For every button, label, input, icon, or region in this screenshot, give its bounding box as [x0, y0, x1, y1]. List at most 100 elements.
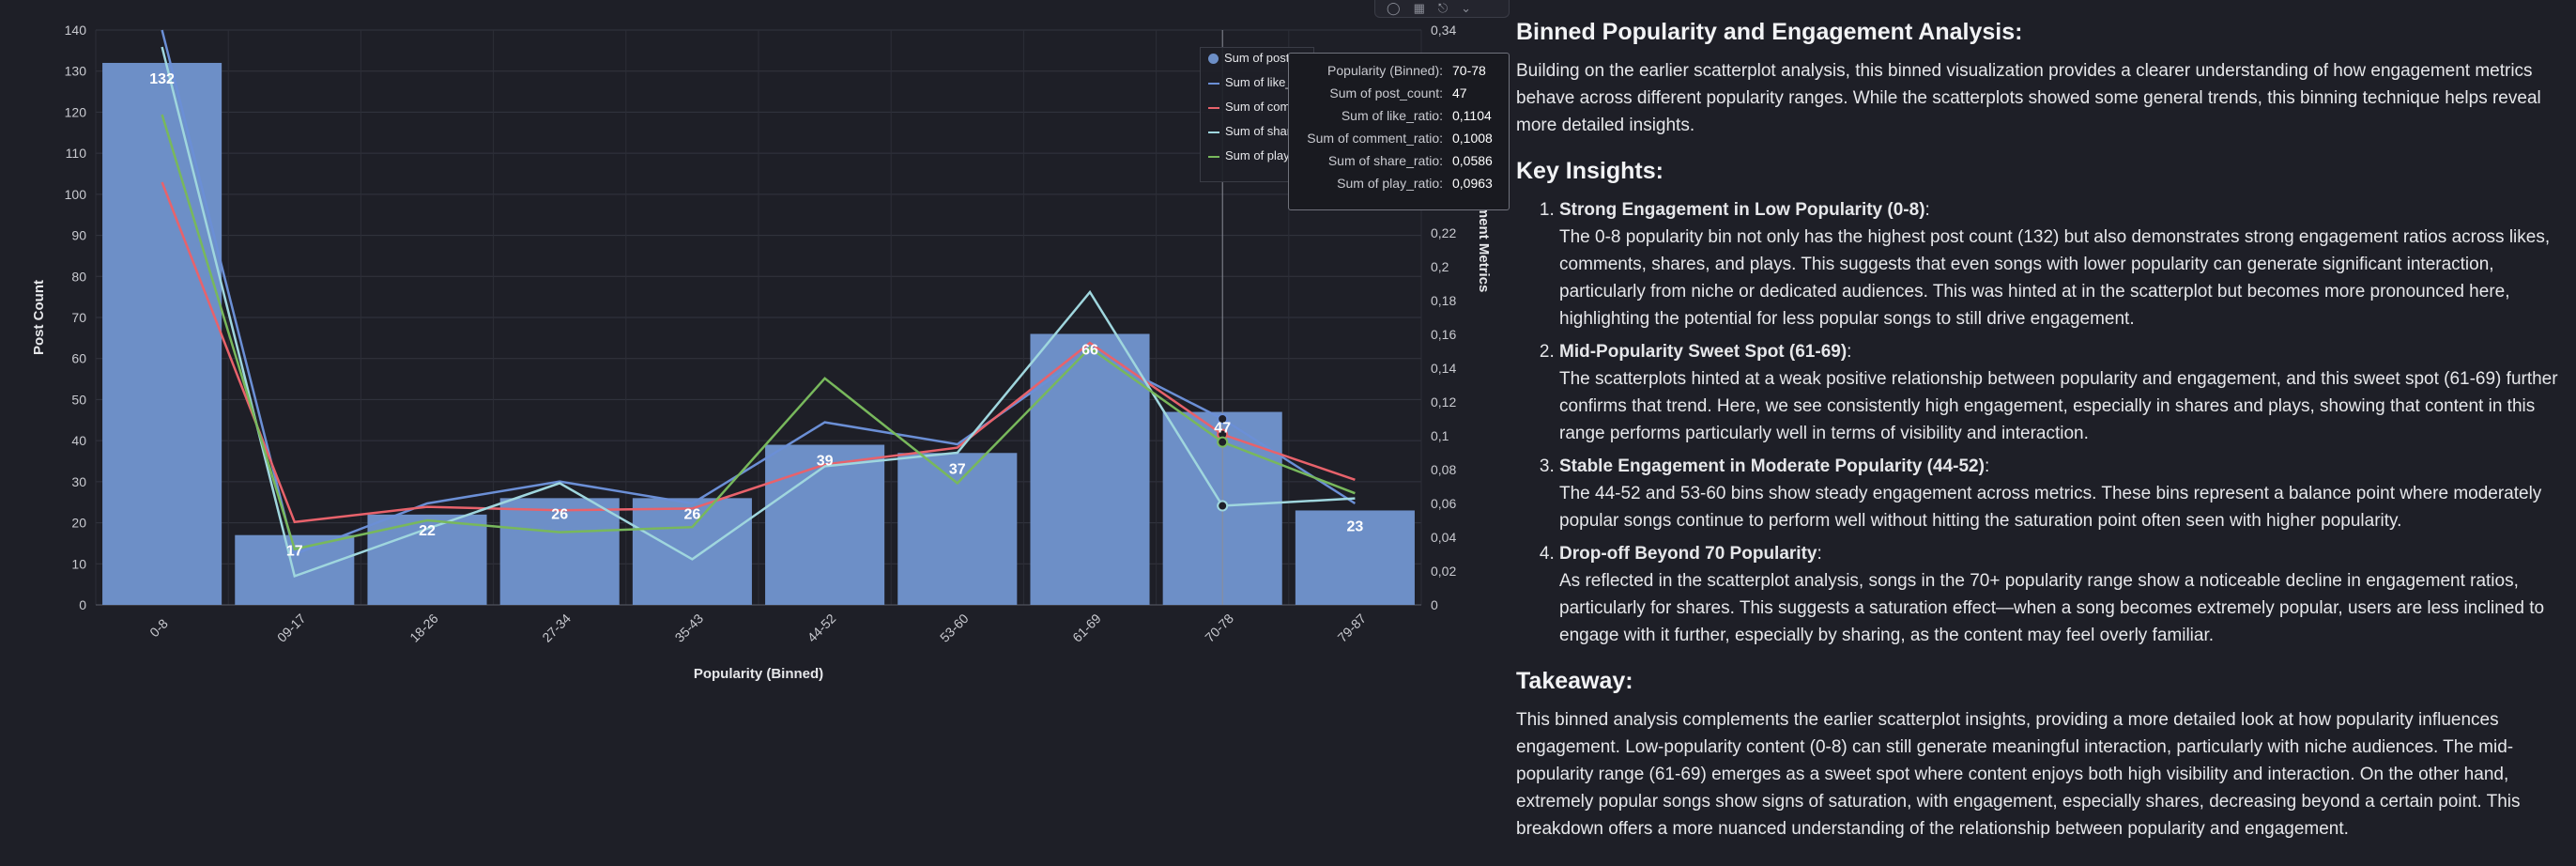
insights-list: Strong Engagement in Low Popularity (0-8… [1516, 196, 2558, 649]
y2-tick-label: 0,18 [1431, 293, 1456, 308]
x-tick-label: 44-52 [805, 611, 839, 645]
zoom-icon[interactable]: ◯ [1387, 1, 1401, 16]
y2-tick-label: 0,02 [1431, 564, 1456, 579]
analysis-text-panel: Binned Popularity and Engagement Analysi… [1516, 13, 2558, 861]
list-item: Mid-Popularity Sweet Spot (61-69):The sc… [1559, 338, 2558, 447]
chart-panel: 0 10 20 30 40 50 60 70 80 90 100 110 120 130 140 0 0,02 0… [0, 0, 1510, 866]
list-item: Stable Engagement in Moderate Popularity… [1559, 453, 2558, 534]
x-tick-label: 09-17 [274, 611, 309, 645]
y2-tick-label: 0,22 [1431, 225, 1456, 240]
chart-toolbar: ◯ ▦ ⎋ ⌄ [1374, 0, 1510, 18]
y2-tick-label: 0 [1431, 597, 1438, 612]
x-tick-label: 79-87 [1335, 611, 1370, 645]
y-tick-label: 80 [71, 269, 86, 284]
y-tick-label: 60 [71, 351, 86, 366]
insight-title: Stable Engagement in Moderate Popularity… [1559, 456, 1985, 476]
list-item: Strong Engagement in Low Popularity (0-8… [1559, 196, 2558, 332]
tooltip-label: Sum of play_ratio: [1337, 176, 1443, 191]
y2-tick-label: 0,1 [1431, 428, 1449, 443]
x-tick-label: 53-60 [937, 611, 972, 645]
y2-tick-label: 0,06 [1431, 496, 1456, 511]
bar-data-label: 39 [817, 454, 834, 470]
tooltip-row: Sum of play_ratio: 0,0963 [1289, 176, 1509, 198]
bar-data-label: 26 [551, 506, 568, 522]
chart-tooltip: Popularity (Binned): 70-78 Sum of post_co… [1288, 53, 1510, 210]
tooltip-value: 0,0963 [1452, 176, 1493, 191]
bar-data-label: 47 [1214, 421, 1231, 437]
tooltip-label: Sum of post_count: [1329, 85, 1443, 101]
tooltip-row: Popularity (Binned): 70-78 [1289, 63, 1509, 85]
y-tick-label: 130 [65, 64, 87, 79]
tooltip-label: Sum of share_ratio: [1327, 153, 1443, 168]
bar-data-label: 132 [149, 71, 175, 87]
bar-data-label: 26 [684, 506, 701, 522]
line-marker-icon [1208, 106, 1219, 109]
insight-body: The scatterplots hinted at a weak positi… [1559, 369, 2558, 443]
insight-title: Mid-Popularity Sweet Spot (61-69) [1559, 342, 1848, 362]
insights-heading: Key Insights: [1516, 158, 1664, 184]
y2-tick-label: 0,34 [1431, 23, 1456, 38]
y-tick-label: 70 [71, 310, 86, 325]
line-marker-icon [1208, 131, 1219, 133]
bar [102, 62, 222, 605]
y-tick-label: 50 [71, 392, 86, 407]
tooltip-row: Sum of share_ratio: 0,0586 [1289, 153, 1509, 176]
hover-point [1217, 500, 1229, 512]
y-tick-label: 90 [71, 228, 86, 243]
circle-marker-icon [1208, 54, 1219, 65]
x-tick-label: 70-78 [1202, 611, 1236, 645]
insight-body: The 44-52 and 53-60 bins show steady eng… [1559, 484, 2542, 531]
y2-tick-label: 0,04 [1431, 530, 1456, 545]
x-tick-label: 27-34 [539, 611, 574, 645]
x-tick-label: 18-26 [406, 611, 441, 645]
tooltip-row: Sum of like_ratio: 0,1104 [1289, 108, 1509, 131]
x-tick-label: 0-8 [146, 616, 171, 641]
y-tick-label: 140 [65, 23, 87, 38]
takeaway-heading: Takeaway: [1516, 668, 1633, 694]
bar-data-label: 22 [419, 523, 436, 539]
tooltip-value: 0,1008 [1452, 131, 1493, 146]
line-marker-icon [1208, 155, 1219, 158]
article-title: Binned Popularity and Engagement Analysi… [1516, 19, 2023, 45]
y2-tick-label: 0,08 [1431, 462, 1456, 477]
hover-point [1217, 436, 1229, 448]
tooltip-row: Sum of comment_ratio: 0,1008 [1289, 131, 1509, 153]
article-intro: Building on the earlier scatterplot anal… [1516, 61, 2541, 135]
y2-tick-label: 0,14 [1431, 361, 1456, 376]
tooltip-value: 0,1104 [1452, 108, 1492, 123]
bar-data-label: 66 [1081, 342, 1098, 358]
chevron-down-icon[interactable]: ⌄ [1461, 1, 1471, 16]
y-tick-label: 30 [71, 474, 86, 489]
list-item: Drop-off Beyond 70 Popularity:As reflect… [1559, 540, 2558, 649]
tooltip-value: 47 [1452, 85, 1467, 101]
tooltip-label: Sum of comment_ratio: [1307, 131, 1443, 146]
tooltip-value: 0,0586 [1452, 153, 1493, 168]
y2-tick-label: 0,2 [1431, 259, 1449, 274]
y-tick-label: 0 [79, 597, 86, 612]
bar-data-label: 17 [286, 544, 303, 560]
insight-body: As reflected in the scatterplot analysis… [1559, 571, 2545, 645]
y-tick-label: 20 [71, 516, 86, 531]
y-tick-label: 40 [71, 433, 86, 448]
x-axis-title: Popularity (Binned) [694, 666, 823, 682]
table-icon[interactable]: ▦ [1414, 1, 1425, 16]
takeaway-text: This binned analysis complements the ear… [1516, 710, 2521, 839]
tooltip-row: Sum of post_count: 47 [1289, 85, 1509, 108]
insight-title: Strong Engagement in Low Popularity (0-8… [1559, 200, 1925, 220]
y-axis-title: Post Count [31, 280, 47, 355]
lock-icon[interactable]: ⎋ [1438, 1, 1448, 16]
line-marker-icon [1208, 82, 1219, 85]
y-tick-label: 10 [71, 556, 86, 571]
y-tick-label: 110 [66, 146, 87, 161]
tooltip-label: Sum of like_ratio: [1341, 108, 1443, 123]
tooltip-label: Popularity (Binned): [1327, 63, 1443, 78]
bar-data-label: 23 [1347, 518, 1364, 534]
y2-tick-label: 0,12 [1431, 394, 1456, 410]
tooltip-value: 70-78 [1452, 63, 1486, 78]
x-tick-label: 61-69 [1069, 611, 1104, 645]
y-tick-label: 120 [65, 104, 87, 119]
y2-tick-label: 0,16 [1431, 327, 1456, 342]
bar-data-label: 37 [949, 461, 966, 477]
x-tick-label: 35-43 [672, 611, 707, 645]
insight-body: The 0-8 popularity bin not only has the … [1559, 227, 2551, 329]
